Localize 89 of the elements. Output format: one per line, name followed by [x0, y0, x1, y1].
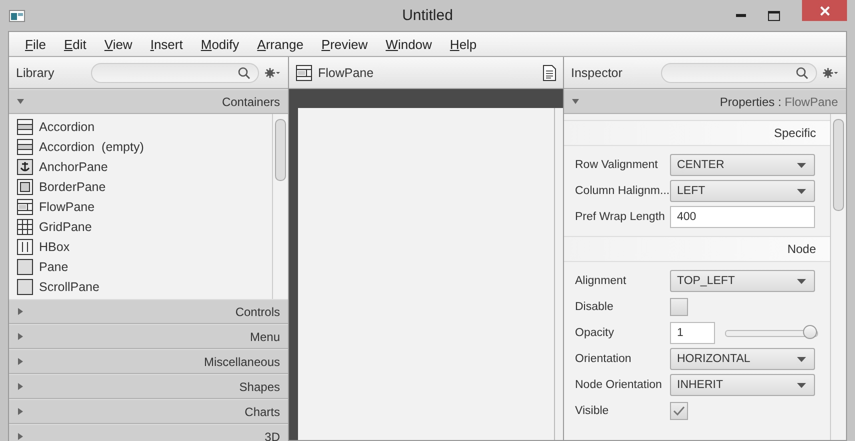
group-header: Specific [564, 120, 830, 146]
panel-title: Library [16, 66, 54, 80]
section-header[interactable]: Menu [9, 324, 288, 349]
menu-item[interactable]: Insert [141, 36, 192, 52]
dropdown[interactable]: INHERIT [670, 374, 815, 396]
dropdown[interactable]: TOP_LEFT [670, 270, 815, 292]
property-label: Node Orientation [575, 379, 663, 391]
library-item[interactable]: GridPane [39, 220, 92, 234]
app-icon [9, 10, 25, 22]
library-item[interactable]: FlowPane [39, 200, 95, 214]
checkmark-icon [673, 406, 685, 416]
close-icon [820, 6, 830, 16]
library-item[interactable]: Accordion (empty) [39, 140, 144, 154]
scroll-bar[interactable] [272, 114, 288, 299]
caret-icon [797, 188, 806, 194]
property-label: Row Valignment [575, 159, 659, 171]
checkbox[interactable] [670, 402, 688, 420]
checkbox[interactable] [670, 298, 688, 316]
caret-icon [797, 278, 806, 284]
document-icon[interactable] [543, 64, 556, 80]
section-header[interactable]: Properties : FlowPane [564, 89, 846, 114]
dropdown[interactable]: HORIZONTAL [670, 348, 815, 370]
library-item[interactable]: Accordion [39, 120, 95, 134]
slider-thumb[interactable] [803, 324, 817, 338]
menu-item[interactable]: Edit [54, 36, 96, 52]
hbox-layout-icon [17, 239, 33, 255]
section-header[interactable]: Containers [9, 89, 288, 114]
flow-layout-icon [17, 199, 33, 215]
property-label: Orientation [575, 353, 632, 365]
accordion-layout-icon [17, 119, 33, 135]
section-header[interactable]: Charts [9, 399, 288, 424]
disclosure-icon [17, 333, 24, 340]
close-button[interactable] [802, 0, 847, 21]
dropdown[interactable]: LEFT [670, 180, 815, 202]
text-field[interactable]: 1 [670, 322, 715, 344]
search-field[interactable] [661, 62, 817, 82]
caret-icon [797, 356, 806, 362]
menu-item[interactable]: File [16, 36, 55, 52]
disclosure-icon [572, 98, 579, 105]
caret-icon [797, 162, 806, 168]
section-header[interactable]: Miscellaneous [9, 349, 288, 374]
window-title: Untitled [401, 7, 454, 24]
search-icon [238, 66, 250, 78]
property-label: Opacity [575, 327, 615, 339]
property-label: Alignment [575, 275, 628, 287]
property-label: Column Halignm... [575, 185, 670, 197]
disclosure-icon [17, 358, 24, 365]
menu-item[interactable]: Modify [192, 36, 248, 52]
pane-layout-icon [17, 259, 33, 275]
caret-icon [797, 382, 806, 388]
dropdown[interactable]: CENTER [670, 154, 815, 176]
text-field[interactable]: 400 [670, 206, 815, 228]
grid-layout-icon [17, 219, 33, 235]
menu-item[interactable]: View [95, 36, 142, 52]
group-header: Node [564, 236, 830, 262]
anchor-layout-icon [17, 159, 33, 175]
property-label: Pref Wrap Length [575, 211, 666, 223]
menu-item[interactable]: Window [376, 36, 441, 52]
border-layout-icon [17, 179, 33, 195]
library-item[interactable]: BorderPane [39, 180, 106, 194]
accordion-layout-icon [17, 139, 33, 155]
menu-item[interactable]: Preview [312, 36, 377, 52]
property-label: Disable [575, 301, 614, 313]
section-header[interactable]: Shapes [9, 374, 288, 399]
library-item[interactable]: HBox [39, 240, 70, 254]
disclosure-icon [17, 433, 24, 440]
disclosure-icon [17, 308, 24, 315]
disclosure-icon [17, 408, 24, 415]
flow-layout-icon [296, 64, 312, 80]
section-header[interactable]: 3D [9, 424, 288, 441]
settings-icon[interactable] [265, 68, 281, 78]
section-header[interactable]: Controls [9, 299, 288, 324]
library-item[interactable]: AnchorPane [39, 160, 108, 174]
property-label: Visible [575, 405, 610, 417]
scroll-bar[interactable] [554, 108, 563, 440]
disclosure-icon [17, 383, 24, 390]
library-item[interactable]: Pane [39, 260, 68, 274]
library-item[interactable]: ScrollPane [39, 280, 100, 294]
menu-item[interactable]: Arrange [248, 36, 312, 52]
maximize-icon[interactable] [768, 10, 780, 20]
search-field[interactable] [91, 62, 259, 82]
panel-title: Inspector [571, 66, 622, 80]
scroll-bar[interactable] [830, 114, 846, 440]
disclosure-icon [17, 98, 24, 105]
menu-item[interactable]: Help [440, 36, 486, 52]
pane-layout-icon [17, 279, 33, 295]
document-title: FlowPane [318, 66, 374, 80]
search-icon [796, 66, 808, 78]
settings-icon[interactable] [823, 68, 839, 78]
